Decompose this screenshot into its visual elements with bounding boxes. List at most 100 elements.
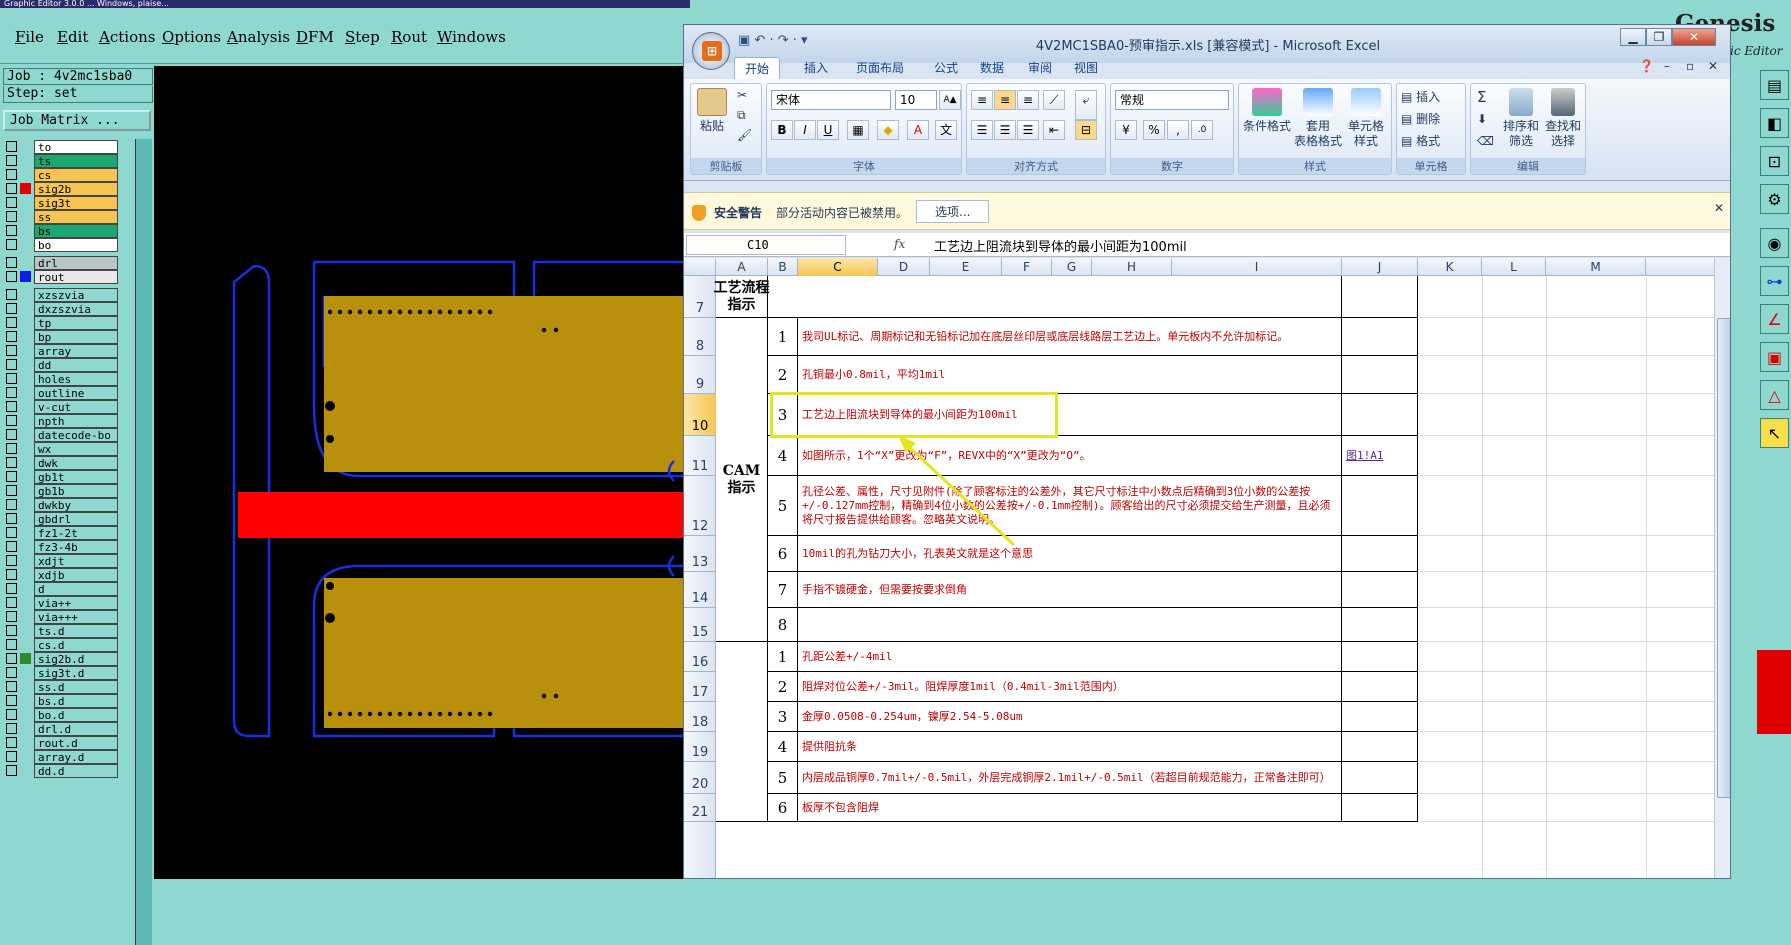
- empty-label-cell[interactable]: [716, 642, 768, 822]
- layer-row[interactable]: rout.d: [6, 735, 124, 750]
- instruction-cell[interactable]: 提供阻抗条: [798, 732, 1342, 762]
- layer-checkbox[interactable]: [6, 271, 17, 282]
- item-number-cell[interactable]: 3: [768, 702, 798, 732]
- layer-checkbox[interactable]: [6, 527, 17, 538]
- menu-rout[interactable]: Rout: [391, 28, 427, 46]
- orientation-icon[interactable]: ⟋: [1043, 90, 1065, 110]
- layer-checkbox[interactable]: [6, 765, 17, 776]
- layer-row[interactable]: bs: [6, 223, 124, 238]
- tab-formulas[interactable]: 公式: [924, 57, 968, 79]
- bold-button[interactable]: B: [771, 120, 793, 140]
- layer-name[interactable]: dwkby: [34, 497, 118, 512]
- scrollbar-thumb[interactable]: [1717, 318, 1730, 798]
- layer-name[interactable]: tp: [34, 315, 118, 330]
- layer-name[interactable]: d: [34, 581, 118, 596]
- column-j-cell[interactable]: [1342, 276, 1418, 318]
- row-header[interactable]: 7: [684, 276, 716, 318]
- layer-row[interactable]: dwkby: [6, 497, 124, 512]
- layer-row[interactable]: wx: [6, 441, 124, 456]
- format-painter-icon[interactable]: 🖌: [737, 128, 752, 142]
- layer-row[interactable]: gb1t: [6, 469, 124, 484]
- column-j-cell[interactable]: [1342, 762, 1418, 794]
- worksheet-grid[interactable]: ABCDEFGHIJKLM 7 8 9 10 11 12 13 14 15 16 17 18 19 20 2…: [684, 258, 1714, 878]
- row-header[interactable]: 16: [684, 642, 716, 672]
- select-all-corner[interactable]: [684, 258, 716, 276]
- layer-checkbox[interactable]: [6, 457, 17, 468]
- instruction-cell[interactable]: 如图所示，1个“X”更改为“F”，REVX中的“X”更改为“O”。: [798, 436, 1342, 476]
- layer-row[interactable]: sig3t: [6, 195, 124, 210]
- item-number-cell[interactable]: 5: [768, 476, 798, 536]
- item-number-cell[interactable]: 7: [768, 572, 798, 608]
- tool-pointer-icon[interactable]: ↖: [1760, 418, 1789, 448]
- layer-checkbox[interactable]: [6, 471, 17, 482]
- layer-checkbox[interactable]: [6, 331, 17, 342]
- tool-move-icon[interactable]: ◧: [1760, 108, 1789, 138]
- instruction-cell[interactable]: 我司UL标记、周期标记和无铅标记加在底层丝印层或底层线路层工艺边上。单元板内不允…: [798, 318, 1342, 356]
- layer-row[interactable]: bp: [6, 329, 124, 344]
- layer-checkbox[interactable]: [6, 169, 17, 180]
- formula-input[interactable]: 工艺边上阻流块到导体的最小间距为100mil: [934, 236, 1187, 255]
- insert-cells-button[interactable]: ▤ 插入: [1401, 88, 1440, 105]
- layer-row[interactable]: ss.d: [6, 679, 124, 694]
- column-j-cell[interactable]: [1342, 394, 1418, 436]
- layer-checkbox[interactable]: [6, 597, 17, 608]
- layer-checkbox[interactable]: [6, 611, 17, 622]
- find-select-button[interactable]: 查找和 选择: [1543, 88, 1583, 149]
- layer-checkbox[interactable]: [6, 737, 17, 748]
- row-header[interactable]: 19: [684, 732, 716, 762]
- maximize-icon[interactable]: ❐: [1646, 28, 1672, 46]
- layer-checkbox[interactable]: [6, 681, 17, 692]
- instruction-cell[interactable]: 阻焊对位公差+/-3mil。阻焊厚度1mil（0.4mil-3mil范围内）: [798, 672, 1342, 702]
- instruction-cell[interactable]: [768, 276, 1342, 318]
- layer-row[interactable]: holes: [6, 371, 124, 386]
- office-button[interactable]: ⊞: [692, 32, 730, 70]
- layer-row[interactable]: to: [6, 139, 124, 154]
- layer-checkbox[interactable]: [6, 485, 17, 496]
- layer-row[interactable]: bo.d: [6, 707, 124, 722]
- layer-checkbox[interactable]: [6, 359, 17, 370]
- layer-name[interactable]: ts.d: [34, 623, 118, 638]
- layer-checkbox[interactable]: [6, 443, 17, 454]
- copy-icon[interactable]: ⧉: [737, 108, 746, 123]
- item-number-cell[interactable]: 2: [768, 672, 798, 702]
- tab-page-layout[interactable]: 页面布局: [846, 57, 914, 79]
- layer-name[interactable]: via+++: [34, 609, 118, 624]
- layer-name[interactable]: cs.d: [34, 637, 118, 652]
- layer-checkbox[interactable]: [6, 183, 17, 194]
- layer-list-scrollbar[interactable]: [135, 139, 152, 945]
- column-header[interactable]: M: [1546, 258, 1646, 276]
- layer-name[interactable]: dwk: [34, 455, 118, 470]
- layer-checkbox[interactable]: [6, 141, 17, 152]
- item-number-cell[interactable]: 6: [768, 794, 798, 822]
- layer-row[interactable]: drl: [6, 255, 124, 270]
- menu-step[interactable]: Step: [345, 28, 380, 46]
- graphic-canvas[interactable]: [154, 66, 690, 879]
- workbook-close-icon[interactable]: ✕: [1708, 59, 1718, 73]
- process-label-cell[interactable]: 工艺流程 指示: [714, 276, 770, 318]
- tool-resize-icon[interactable]: ⊡: [1760, 146, 1789, 176]
- layer-name[interactable]: xdjt: [34, 553, 118, 568]
- layer-checkbox[interactable]: [6, 513, 17, 524]
- layer-row[interactable]: outline: [6, 385, 124, 400]
- column-j-cell[interactable]: [1342, 476, 1418, 536]
- layer-row[interactable]: array: [6, 343, 124, 358]
- layer-row[interactable]: fz1-2t: [6, 525, 124, 540]
- layer-name[interactable]: sig2b.d: [34, 651, 118, 666]
- column-header[interactable]: G: [1052, 258, 1092, 276]
- instruction-cell[interactable]: 孔铜最小0.8mil，平均1mil: [798, 356, 1342, 394]
- instruction-cell[interactable]: 孔径公差、属性，尺寸见附件(除了顾客标注的公差外，其它尺寸标注中小数点后精确到3…: [798, 476, 1342, 536]
- layer-row[interactable]: dwk: [6, 455, 124, 470]
- layer-checkbox[interactable]: [6, 751, 17, 762]
- italic-button[interactable]: I: [794, 120, 816, 140]
- column-j-cell[interactable]: [1342, 318, 1418, 356]
- number-format-combo[interactable]: 常规: [1115, 90, 1229, 110]
- instruction-cell[interactable]: [798, 608, 1342, 642]
- layer-checkbox[interactable]: [6, 197, 17, 208]
- layer-name[interactable]: sig2b: [34, 181, 118, 196]
- layer-row[interactable]: xdjb: [6, 567, 124, 582]
- hyperlink-cell[interactable]: 图1!A1: [1342, 436, 1418, 476]
- layer-checkbox[interactable]: [6, 723, 17, 734]
- item-number-cell[interactable]: 2: [768, 356, 798, 394]
- item-number-cell[interactable]: 6: [768, 536, 798, 572]
- instruction-cell[interactable]: 内层成品铜厚0.7mil+/-0.5mil，外层完成铜厚2.1mil+/-0.5…: [798, 762, 1342, 794]
